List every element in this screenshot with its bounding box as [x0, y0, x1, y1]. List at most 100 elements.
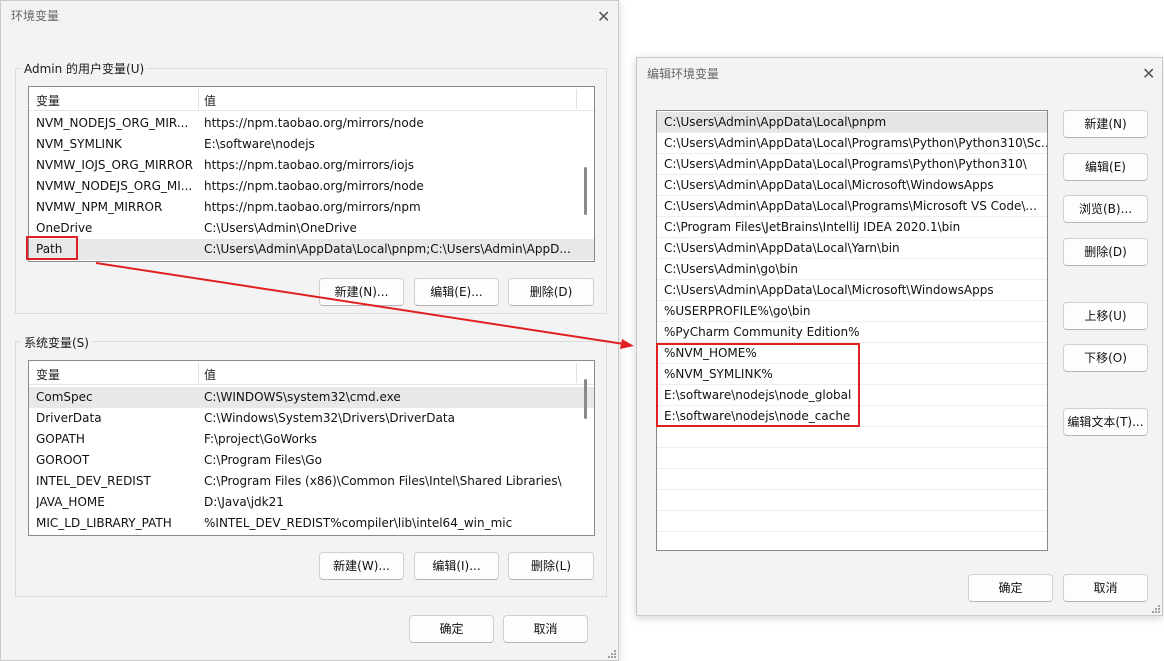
system-delete-button[interactable]: 删除(L)	[508, 552, 594, 580]
delete-path-button[interactable]: 删除(D)	[1063, 238, 1148, 266]
variable-name: NVMW_NODEJS_ORG_MI...	[36, 179, 193, 193]
user-edit-button[interactable]: 编辑(E)...	[414, 278, 499, 306]
table-row[interactable]: OneDrive C:\Users\Admin\OneDrive	[29, 218, 594, 239]
column-header-variable[interactable]: 变量	[36, 92, 60, 109]
list-item[interactable]: C:\Users\Admin\AppData\Local\pnpm	[657, 112, 1047, 133]
edit-dialog-title: 编辑环境变量	[647, 67, 720, 81]
table-row[interactable]: NVMW_IOJS_ORG_MIRROR https://npm.taobao.o…	[29, 155, 594, 176]
list-item[interactable]: C:\Users\Admin\AppData\Local\Yarn\bin	[657, 238, 1047, 259]
path-entry: C:\Users\Admin\AppData\Local\Yarn\bin	[664, 241, 900, 255]
variable-name: DriverData	[36, 411, 102, 425]
new-path-button[interactable]: 新建(N)	[1063, 110, 1148, 138]
list-item[interactable]: C:\Users\Admin\AppData\Local\Programs\Py…	[657, 154, 1047, 175]
scrollbar[interactable]	[584, 167, 587, 215]
cancel-button[interactable]: 取消	[503, 615, 588, 643]
edit-text-button[interactable]: 编辑文本(T)...	[1063, 408, 1148, 436]
table-row[interactable]: NVM_NODEJS_ORG_MIR... https://npm.taobao.…	[29, 113, 594, 134]
table-row[interactable]: NVM_SYMLINK E:\software\nodejs	[29, 134, 594, 155]
variable-name: NVM_SYMLINK	[36, 137, 122, 151]
list-item[interactable]: C:\Users\Admin\AppData\Local\Programs\Mi…	[657, 196, 1047, 217]
env-dialog-title: 环境变量	[11, 9, 60, 23]
table-row[interactable]: Path C:\Users\Admin\AppData\Local\pnpm;C:…	[29, 239, 594, 260]
table-row[interactable]: DriverData C:\Windows\System32\Drivers\Dr…	[29, 408, 594, 429]
table-row[interactable]: INTEL_DEV_REDIST C:\Program Files (x86)\C…	[29, 471, 594, 492]
variable-value: D:\Java\jdk21	[204, 495, 284, 509]
path-list[interactable]: C:\Users\Admin\AppData\Local\pnpm C:\User…	[656, 110, 1048, 551]
table-row[interactable]: JAVA_HOME D:\Java\jdk21	[29, 492, 594, 513]
env-variables-dialog: 环境变量 ✕ Admin 的用户变量(U) 变量 值 NVM_NODEJS_OR…	[0, 0, 619, 661]
variable-value: https://npm.taobao.org/mirrors/node	[204, 179, 424, 193]
user-delete-button[interactable]: 删除(D)	[508, 278, 594, 306]
system-variables-label: 系统变量(S)	[21, 334, 92, 351]
list-item[interactable]: %PyCharm Community Edition%	[657, 322, 1047, 343]
browse-button[interactable]: 浏览(B)...	[1063, 195, 1148, 223]
variable-value: https://npm.taobao.org/mirrors/iojs	[204, 158, 415, 172]
close-icon[interactable]: ✕	[1142, 66, 1155, 82]
list-item[interactable]	[657, 427, 1047, 448]
variable-name: NVMW_NPM_MIRROR	[36, 200, 163, 214]
variable-name: INTEL_DEV_REDIST	[36, 474, 151, 488]
list-item[interactable]: C:\Users\Admin\AppData\Local\Programs\Py…	[657, 133, 1047, 154]
variable-name: GOPATH	[36, 432, 85, 446]
user-variables-list[interactable]: 变量 值 NVM_NODEJS_ORG_MIR... https://npm.ta…	[28, 86, 595, 262]
column-divider[interactable]	[198, 89, 199, 109]
column-divider[interactable]	[576, 89, 577, 109]
variable-value: C:\Windows\System32\Drivers\DriverData	[204, 411, 455, 425]
path-entry: C:\Users\Admin\AppData\Local\pnpm	[664, 115, 887, 129]
variable-value: %INTEL_DEV_REDIST%compiler\lib\intel64_w…	[204, 516, 513, 530]
resize-grip-icon[interactable]	[1152, 605, 1160, 613]
scrollbar[interactable]	[584, 379, 587, 419]
variable-name: NVMW_IOJS_ORG_MIRROR	[36, 158, 193, 172]
system-new-button[interactable]: 新建(W)...	[319, 552, 404, 580]
table-row[interactable]: NVMW_NODEJS_ORG_MI... https://npm.taobao.…	[29, 176, 594, 197]
path-entry: C:\Users\Admin\AppData\Local\Microsoft\W…	[664, 283, 994, 297]
list-item[interactable]	[657, 448, 1047, 469]
list-item[interactable]	[657, 469, 1047, 490]
edit-path-button[interactable]: 编辑(E)	[1063, 153, 1148, 181]
path-highlight-box	[26, 236, 78, 260]
column-divider[interactable]	[576, 363, 577, 383]
cancel-button[interactable]: 取消	[1063, 574, 1148, 602]
column-header-value[interactable]: 值	[204, 92, 216, 109]
table-row[interactable]: MIC_LD_LIBRARY_PATH %INTEL_DEV_REDIST%com…	[29, 513, 594, 534]
list-item[interactable]: C:\Users\Admin\go\bin	[657, 259, 1047, 280]
path-entry: C:\Users\Admin\AppData\Local\Programs\Mi…	[664, 199, 1037, 213]
user-variables-label: Admin 的用户变量(U)	[21, 60, 148, 77]
table-row[interactable]: NVMW_NPM_MIRROR https://npm.taobao.org/mi…	[29, 197, 594, 218]
user-new-button[interactable]: 新建(N)...	[319, 278, 404, 306]
variable-value: https://npm.taobao.org/mirrors/npm	[204, 200, 421, 214]
system-edit-button[interactable]: 编辑(I)...	[414, 552, 499, 580]
ok-button[interactable]: 确定	[968, 574, 1053, 602]
variable-name: GOROOT	[36, 453, 90, 467]
column-header-value[interactable]: 值	[204, 366, 216, 383]
move-down-button[interactable]: 下移(O)	[1063, 344, 1148, 372]
variable-name: MIC_LD_LIBRARY_PATH	[36, 516, 172, 530]
variable-value: https://npm.taobao.org/mirrors/node	[204, 116, 424, 130]
column-header-variable[interactable]: 变量	[36, 366, 60, 383]
list-item[interactable]	[657, 511, 1047, 532]
list-item[interactable]: C:\Users\Admin\AppData\Local\Microsoft\W…	[657, 175, 1047, 196]
variable-name: OneDrive	[36, 221, 93, 235]
list-item[interactable]: C:\Users\Admin\AppData\Local\Microsoft\W…	[657, 280, 1047, 301]
list-item[interactable]: %USERPROFILE%\go\bin	[657, 301, 1047, 322]
list-header: 变量 值	[29, 361, 594, 385]
close-icon[interactable]: ✕	[597, 9, 610, 25]
list-item[interactable]	[657, 490, 1047, 511]
table-row[interactable]: GOPATH F:\project\GoWorks	[29, 429, 594, 450]
path-entry: C:\Users\Admin\AppData\Local\Programs\Py…	[664, 157, 1027, 171]
table-row[interactable]: GOROOT C:\Program Files\Go	[29, 450, 594, 471]
variable-value: E:\software\nodejs	[204, 137, 315, 151]
path-entry: C:\Users\Admin\go\bin	[664, 262, 798, 276]
list-item[interactable]: C:\Program Files\JetBrains\IntelliJ IDEA…	[657, 217, 1047, 238]
move-up-button[interactable]: 上移(U)	[1063, 302, 1148, 330]
column-divider[interactable]	[198, 363, 199, 383]
variable-value: C:\Program Files (x86)\Common Files\Inte…	[204, 474, 562, 488]
ok-button[interactable]: 确定	[409, 615, 494, 643]
resize-grip-icon[interactable]	[608, 650, 616, 658]
variable-value: F:\project\GoWorks	[204, 432, 318, 446]
variable-value: C:\Program Files\Go	[204, 453, 322, 467]
system-variables-list[interactable]: 变量 值 ComSpec C:\WINDOWS\system32\cmd.exe D…	[28, 360, 595, 536]
variable-name: JAVA_HOME	[36, 495, 105, 509]
table-row[interactable]: ComSpec C:\WINDOWS\system32\cmd.exe	[29, 387, 594, 408]
variable-name: NVM_NODEJS_ORG_MIR...	[36, 116, 189, 130]
